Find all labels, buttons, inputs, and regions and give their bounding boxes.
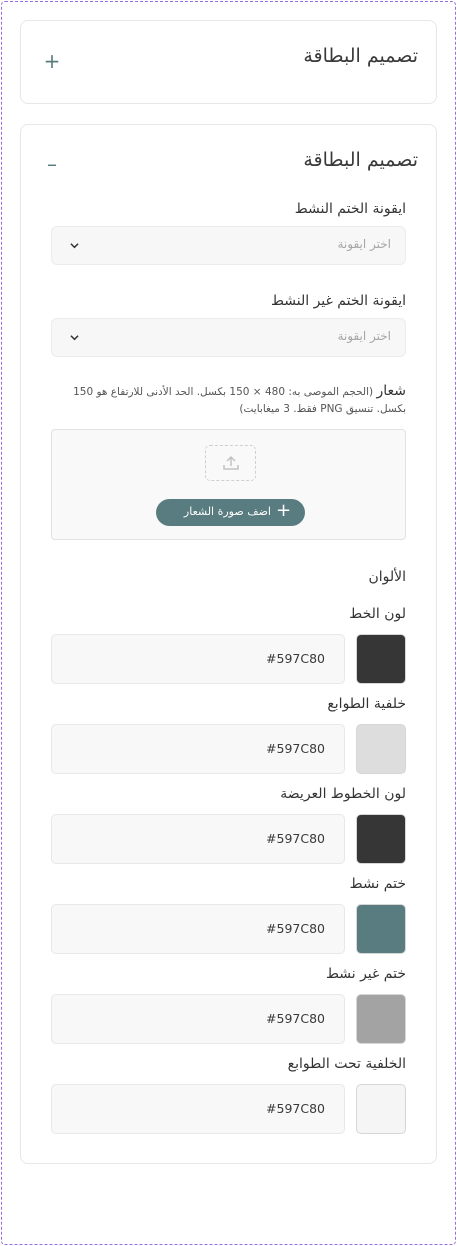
color-hex-value: #597C80 bbox=[266, 831, 325, 846]
color-row-font: #597C80 bbox=[51, 634, 406, 684]
upload-icon bbox=[223, 455, 239, 470]
chevron-down-icon bbox=[70, 243, 79, 249]
chevron-down-icon bbox=[70, 335, 79, 341]
color-row-inactive-stamp: #597C80 bbox=[51, 994, 406, 1044]
color-hex-value: #597C80 bbox=[266, 1011, 325, 1026]
color-hex-value: #597C80 bbox=[266, 1101, 325, 1116]
color-hex-input[interactable]: #597C80 bbox=[51, 724, 345, 774]
color-row-stamp-bg: #597C80 bbox=[51, 724, 406, 774]
color-label: لون الخطوط العريضة bbox=[280, 786, 406, 802]
inactive-icon-label: ايقونة الختم غير النشط bbox=[270, 293, 406, 309]
color-swatch[interactable] bbox=[356, 724, 406, 774]
color-label: ختم نشط bbox=[349, 876, 406, 892]
active-icon-select[interactable]: اختر ايقونة bbox=[51, 226, 406, 265]
card-design-panel: تصميم البطاقة – ايقونة الختم النشط اختر … bbox=[20, 124, 437, 1164]
color-swatch[interactable] bbox=[356, 814, 406, 864]
add-logo-button[interactable]: اضف صورة الشعار + bbox=[156, 499, 305, 526]
color-swatch[interactable] bbox=[356, 904, 406, 954]
upload-placeholder bbox=[205, 445, 256, 481]
color-swatch[interactable] bbox=[356, 994, 406, 1044]
color-row-active-stamp: #597C80 bbox=[51, 904, 406, 954]
logo-title: شعار bbox=[376, 383, 406, 399]
color-hex-input[interactable]: #597C80 bbox=[51, 634, 345, 684]
collapsed-card-title: تصميم البطاقة bbox=[303, 45, 418, 67]
plus-icon: + bbox=[276, 500, 292, 521]
color-label: ختم غير نشط bbox=[325, 966, 406, 982]
color-row-under-stamps-bg: #597C80 bbox=[51, 1084, 406, 1134]
collapsed-card-header[interactable]: تصميم البطاقة + bbox=[21, 21, 436, 101]
inactive-icon-placeholder: اختر ايقونة bbox=[337, 329, 391, 343]
color-label: الخلفية تحت الطوابع bbox=[287, 1056, 406, 1072]
color-label: خلفية الطوابع bbox=[327, 696, 406, 712]
color-hex-input[interactable]: #597C80 bbox=[51, 994, 345, 1044]
add-logo-label: اضف صورة الشعار bbox=[183, 505, 271, 518]
logo-hint: (الحجم الموصى به: 480 × 150 بكسل. الحد ا… bbox=[73, 386, 406, 415]
card-design-header[interactable]: تصميم البطاقة – bbox=[21, 125, 436, 205]
active-icon-placeholder: اختر ايقونة bbox=[337, 237, 391, 251]
color-hex-value: #597C80 bbox=[266, 741, 325, 756]
color-hex-input[interactable]: #597C80 bbox=[51, 814, 345, 864]
color-row-outline: #597C80 bbox=[51, 814, 406, 864]
color-hex-value: #597C80 bbox=[266, 921, 325, 936]
color-hex-input[interactable]: #597C80 bbox=[51, 904, 345, 954]
expand-plus-icon[interactable]: + bbox=[43, 51, 61, 71]
color-hex-value: #597C80 bbox=[266, 651, 325, 666]
collapse-minus-icon[interactable]: – bbox=[43, 154, 61, 174]
logo-label: شعار (الحجم الموصى به: 480 × 150 بكسل. ا… bbox=[57, 383, 406, 418]
inactive-icon-select[interactable]: اختر ايقونة bbox=[51, 318, 406, 357]
active-icon-label: ايقونة الختم النشط bbox=[294, 201, 406, 217]
color-swatch[interactable] bbox=[356, 634, 406, 684]
color-swatch[interactable] bbox=[356, 1084, 406, 1134]
colors-title: الألوان bbox=[368, 569, 406, 585]
collapsed-card: تصميم البطاقة + bbox=[20, 20, 437, 104]
logo-dropzone[interactable]: اضف صورة الشعار + bbox=[51, 429, 406, 540]
color-hex-input[interactable]: #597C80 bbox=[51, 1084, 345, 1134]
card-design-title: تصميم البطاقة bbox=[303, 149, 418, 171]
color-label: لون الخط bbox=[349, 606, 406, 622]
